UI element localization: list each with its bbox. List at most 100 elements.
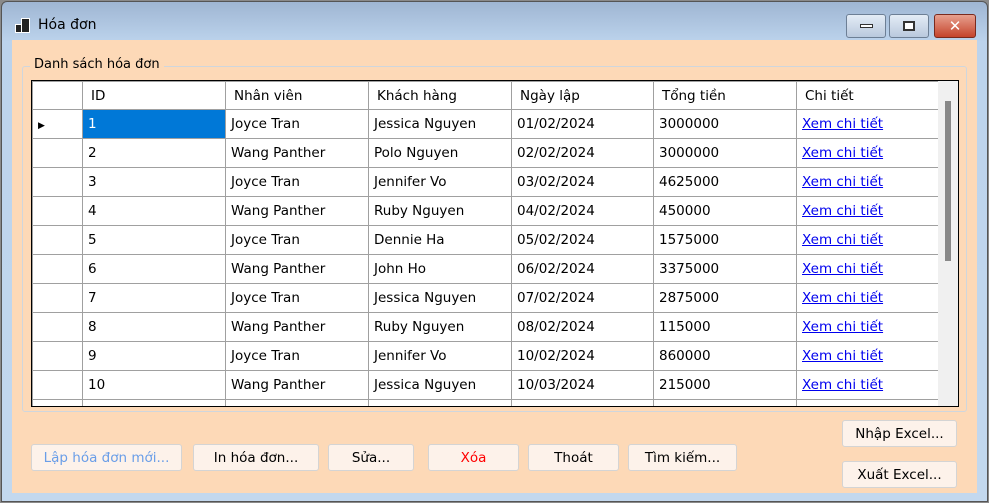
vertical-scrollbar[interactable] [938, 81, 958, 406]
edit-button[interactable]: Sửa... [328, 444, 414, 471]
table-cell[interactable]: 1575000 [653, 225, 797, 255]
table-cell[interactable]: Joyce Tran [225, 341, 369, 371]
table-cell[interactable]: Wang Panther [225, 138, 369, 168]
close-button[interactable]: ✕ [934, 14, 976, 38]
table-cell[interactable]: Xem chi tiết [796, 167, 939, 197]
table-cell[interactable]: 10/02/2024 [511, 341, 654, 371]
scrollbar-thumb[interactable] [945, 101, 951, 261]
table-cell[interactable] [653, 399, 797, 406]
search-button[interactable]: Tìm kiếm... [628, 444, 737, 471]
table-cell[interactable]: Xem chi tiết [796, 283, 939, 313]
table-cell[interactable]: 5 [82, 225, 226, 255]
view-detail-link[interactable]: Xem chi tiết [802, 261, 883, 277]
table-row[interactable]: 10 Wang Panther Jessica Nguyen 10/03/2024 21… [32, 370, 939, 400]
table-cell[interactable]: 450000 [653, 196, 797, 226]
table-cell[interactable]: Wang Panther [225, 254, 369, 284]
table-cell[interactable]: 4 [82, 196, 226, 226]
view-detail-link[interactable]: Xem chi tiết [802, 145, 883, 161]
table-cell[interactable]: 860000 [653, 341, 797, 371]
row-header[interactable] [32, 196, 83, 226]
table-cell[interactable]: 8 [82, 312, 226, 342]
table-cell[interactable]: 05/02/2024 [511, 225, 654, 255]
table-cell[interactable]: 02/02/2024 [511, 138, 654, 168]
view-detail-link[interactable]: Xem chi tiết [802, 290, 883, 306]
table-row[interactable]: 6 Wang Panther John Ho 06/02/2024 3375000 Xem… [32, 254, 939, 284]
table-cell[interactable]: 10/03/2024 [511, 370, 654, 400]
table-cell[interactable]: Jennifer Vo [368, 167, 512, 197]
table-cell[interactable]: Jennifer Vo [368, 341, 512, 371]
table-cell[interactable] [796, 399, 939, 406]
table-cell[interactable]: 215000 [653, 370, 797, 400]
table-cell[interactable]: 04/02/2024 [511, 196, 654, 226]
column-header[interactable]: Ngày lập [511, 81, 654, 110]
table-cell[interactable]: 03/02/2024 [511, 167, 654, 197]
maximize-button[interactable] [889, 14, 929, 38]
table-cell[interactable]: 2875000 [653, 283, 797, 313]
table-row[interactable]: 8 Wang Panther Ruby Nguyen 08/02/2024 115000… [32, 312, 939, 342]
table-cell[interactable]: Joyce Tran [225, 167, 369, 197]
table-cell[interactable]: 3 [82, 167, 226, 197]
table-row[interactable]: ▶ 1 Joyce Tran Jessica Nguyen 01/02/2024 3000… [32, 109, 939, 139]
table-row[interactable] [32, 399, 939, 406]
row-header[interactable] [32, 370, 83, 400]
table-cell[interactable] [82, 399, 226, 406]
view-detail-link[interactable]: Xem chi tiết [802, 116, 883, 132]
column-header[interactable]: Nhân viên [225, 81, 369, 110]
table-row[interactable]: 2 Wang Panther Polo Nguyen 02/02/2024 300000… [32, 138, 939, 168]
table-cell[interactable]: Xem chi tiết [796, 225, 939, 255]
column-header[interactable]: Tổng tiền [653, 81, 797, 110]
invoice-grid[interactable]: ID Nhân viên Khách hàng Ngày lập Tổng ti… [31, 80, 959, 407]
table-cell[interactable]: John Ho [368, 254, 512, 284]
row-header[interactable] [32, 254, 83, 284]
table-row[interactable]: 9 Joyce Tran Jennifer Vo 10/02/2024 860000 Xe… [32, 341, 939, 371]
table-cell[interactable]: Xem chi tiết [796, 109, 939, 139]
table-cell[interactable]: 08/02/2024 [511, 312, 654, 342]
table-cell[interactable]: Xem chi tiết [796, 370, 939, 400]
delete-button[interactable]: Xóa [428, 444, 519, 471]
row-header[interactable] [32, 283, 83, 313]
table-row[interactable]: 7 Joyce Tran Jessica Nguyen 07/02/2024 28750… [32, 283, 939, 313]
minimize-button[interactable] [846, 14, 886, 38]
table-cell[interactable]: Xem chi tiết [796, 196, 939, 226]
import-excel-button[interactable]: Nhập Excel... [842, 420, 957, 447]
table-cell[interactable]: Xem chi tiết [796, 312, 939, 342]
table-row[interactable]: 5 Joyce Tran Dennie Ha 05/02/2024 1575000 Xem… [32, 225, 939, 255]
table-cell[interactable]: Jessica Nguyen [368, 283, 512, 313]
print-invoice-button[interactable]: In hóa đơn... [193, 444, 319, 471]
table-cell[interactable]: Xem chi tiết [796, 138, 939, 168]
table-cell[interactable]: 3375000 [653, 254, 797, 284]
table-cell[interactable]: Wang Panther [225, 196, 369, 226]
view-detail-link[interactable]: Xem chi tiết [802, 174, 883, 190]
row-header[interactable]: ▶ [32, 109, 83, 139]
table-row[interactable]: 3 Joyce Tran Jennifer Vo 03/02/2024 4625000 X… [32, 167, 939, 197]
new-invoice-button[interactable]: Lập hóa đơn mới... [31, 444, 182, 471]
table-cell[interactable]: Polo Nguyen [368, 138, 512, 168]
column-header[interactable]: ID [82, 81, 226, 110]
table-cell[interactable] [368, 399, 512, 406]
table-cell[interactable]: Wang Panther [225, 312, 369, 342]
table-cell[interactable]: 115000 [653, 312, 797, 342]
table-cell[interactable]: 1 [82, 109, 226, 139]
table-cell[interactable]: 06/02/2024 [511, 254, 654, 284]
table-cell[interactable]: 10 [82, 370, 226, 400]
table-cell[interactable]: Joyce Tran [225, 283, 369, 313]
column-header[interactable]: Khách hàng [368, 81, 512, 110]
table-cell[interactable]: 7 [82, 283, 226, 313]
view-detail-link[interactable]: Xem chi tiết [802, 348, 883, 364]
table-cell[interactable]: Joyce Tran [225, 109, 369, 139]
table-cell[interactable]: 01/02/2024 [511, 109, 654, 139]
table-cell[interactable]: 2 [82, 138, 226, 168]
table-cell[interactable]: Ruby Nguyen [368, 196, 512, 226]
table-cell[interactable]: 6 [82, 254, 226, 284]
table-cell[interactable]: 9 [82, 341, 226, 371]
row-header[interactable] [32, 167, 83, 197]
table-cell[interactable] [225, 399, 369, 406]
table-cell[interactable]: 3000000 [653, 138, 797, 168]
table-cell[interactable] [511, 399, 654, 406]
table-cell[interactable]: 4625000 [653, 167, 797, 197]
row-header[interactable] [32, 341, 83, 371]
exit-button[interactable]: Thoát [528, 444, 619, 471]
export-excel-button[interactable]: Xuất Excel... [842, 461, 957, 488]
row-header[interactable] [32, 225, 83, 255]
table-cell[interactable] [32, 399, 83, 406]
